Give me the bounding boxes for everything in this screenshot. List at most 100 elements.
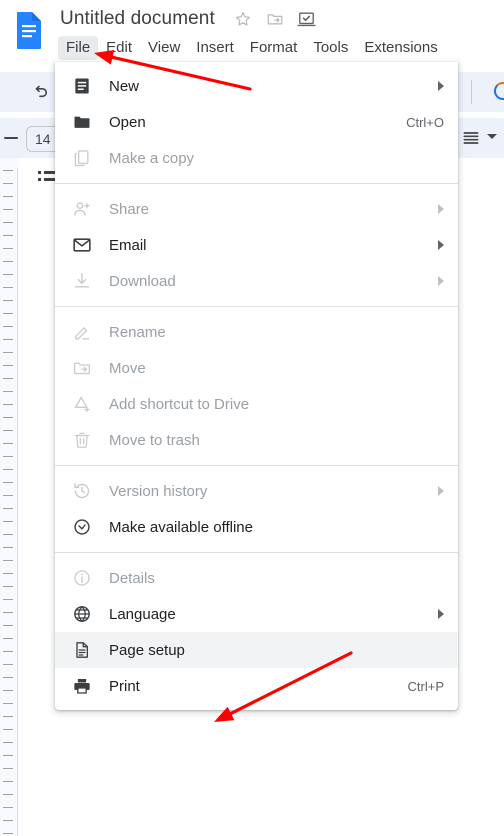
menu-item-download[interactable]: Download xyxy=(55,263,458,299)
ruler-tick xyxy=(3,716,13,717)
info-icon xyxy=(71,567,93,589)
menubar-item-file[interactable]: File xyxy=(58,36,99,60)
menu-item-rename[interactable]: Rename xyxy=(55,314,458,350)
menu-item-email[interactable]: Email xyxy=(55,227,458,263)
menu-separator xyxy=(55,306,458,307)
ruler-tick xyxy=(3,456,13,457)
decrease-font-size-button[interactable] xyxy=(3,131,19,145)
ruler-tick xyxy=(3,547,13,548)
ruler-tick xyxy=(3,651,13,652)
align-dropdown-caret-icon[interactable] xyxy=(487,134,497,139)
ruler-tick xyxy=(3,521,13,522)
ruler-tick xyxy=(3,378,13,379)
menu-item-label: New xyxy=(109,77,140,95)
submenu-arrow-icon xyxy=(438,486,444,496)
menubar-item-edit[interactable]: Edit xyxy=(98,36,140,60)
menu-item-share[interactable]: Share xyxy=(55,191,458,227)
menu-item-label: Make a copy xyxy=(109,149,195,167)
menu-item-label: Make available offline xyxy=(109,518,253,536)
printer-icon xyxy=(71,675,93,697)
envelope-icon xyxy=(71,234,93,256)
page-title[interactable]: Untitled document xyxy=(60,8,215,30)
ruler-tick xyxy=(3,300,13,301)
menubar-item-view[interactable]: View xyxy=(140,36,188,60)
ruler-tick xyxy=(3,183,13,184)
submenu-arrow-icon xyxy=(438,240,444,250)
ruler-tick xyxy=(3,352,13,353)
document-status-icon[interactable] xyxy=(297,9,317,29)
ruler-tick xyxy=(3,248,13,249)
ruler-tick xyxy=(3,820,13,821)
ruler-tick xyxy=(3,482,13,483)
title-icon-group xyxy=(233,9,317,29)
menu-item-shortcut: Ctrl+P xyxy=(407,678,444,694)
google-docs-window: Untitled document File Edit View Insert … xyxy=(0,0,504,836)
google-docs-logo-icon xyxy=(14,10,44,50)
menu-item-label: Move to trash xyxy=(109,431,200,449)
ruler-tick xyxy=(3,703,13,704)
ruler-tick xyxy=(3,170,13,171)
ruler-tick xyxy=(3,742,13,743)
ruler-tick xyxy=(3,235,13,236)
menubar-item-extensions[interactable]: Extensions xyxy=(356,36,445,60)
menu-item-label: Email xyxy=(109,236,147,254)
menu-item-details[interactable]: Details xyxy=(55,560,458,596)
menubar-item-format[interactable]: Format xyxy=(242,36,306,60)
menu-item-label: Download xyxy=(109,272,176,290)
ruler-tick xyxy=(3,430,13,431)
copy-icon xyxy=(71,147,93,169)
history-icon xyxy=(71,480,93,502)
ruler-tick xyxy=(3,573,13,574)
menubar-item-insert[interactable]: Insert xyxy=(188,36,242,60)
menu-item-language[interactable]: Language xyxy=(55,596,458,632)
menu-item-open[interactable]: Open Ctrl+O xyxy=(55,104,458,140)
ruler-tick xyxy=(3,313,13,314)
ruler-tick xyxy=(3,417,13,418)
ruler-tick xyxy=(3,534,13,535)
download-icon xyxy=(71,270,93,292)
menu-item-add-shortcut-to-drive[interactable]: Add shortcut to Drive xyxy=(55,386,458,422)
ruler-tick xyxy=(3,560,13,561)
ruler-tick xyxy=(3,469,13,470)
ruler-tick xyxy=(3,222,13,223)
ruler-tick xyxy=(3,339,13,340)
menu-item-move[interactable]: Move xyxy=(55,350,458,386)
menu-item-new[interactable]: New xyxy=(55,68,458,104)
menu-item-print[interactable]: Print Ctrl+P xyxy=(55,668,458,704)
ruler-tick xyxy=(3,807,13,808)
toolbar-divider xyxy=(471,80,472,104)
ruler-tick xyxy=(3,261,13,262)
menu-item-label: Details xyxy=(109,569,155,587)
menu-item-version-history[interactable]: Version history xyxy=(55,473,458,509)
menubar-item-tools[interactable]: Tools xyxy=(305,36,356,60)
ruler-tick xyxy=(3,638,13,639)
page-setup-icon xyxy=(71,639,93,661)
person-add-icon xyxy=(71,198,93,220)
submenu-arrow-icon xyxy=(438,204,444,214)
menu-item-move-to-trash[interactable]: Move to trash xyxy=(55,422,458,458)
ruler-tick xyxy=(3,196,13,197)
ruler-tick xyxy=(3,768,13,769)
ruler-tick xyxy=(3,729,13,730)
menu-item-label: Open xyxy=(109,113,146,131)
star-icon[interactable] xyxy=(233,9,253,29)
move-to-folder-icon[interactable] xyxy=(265,9,285,29)
align-justify-icon[interactable] xyxy=(461,128,481,148)
menu-item-label: Page setup xyxy=(109,641,185,659)
menu-item-make-a-copy[interactable]: Make a copy xyxy=(55,140,458,176)
ruler-tick xyxy=(3,274,13,275)
menu-item-make-available-offline[interactable]: Make available offline xyxy=(55,509,458,545)
menu-item-page-setup[interactable]: Page setup xyxy=(55,632,458,668)
undo-icon[interactable] xyxy=(30,83,50,103)
ruler-tick xyxy=(3,599,13,600)
menu-separator xyxy=(55,465,458,466)
file-menu-dropdown[interactable]: New Open Ctrl+O Make a copy Share Email Downlo… xyxy=(55,62,458,710)
ruler-tick xyxy=(3,495,13,496)
menu-item-label: Add shortcut to Drive xyxy=(109,395,250,413)
ruler-tick xyxy=(3,404,13,405)
menu-item-label: Rename xyxy=(109,323,166,341)
folder-icon xyxy=(71,111,93,133)
ruler-tick xyxy=(3,612,13,613)
ruler-tick xyxy=(3,677,13,678)
ruler-tick xyxy=(3,781,13,782)
